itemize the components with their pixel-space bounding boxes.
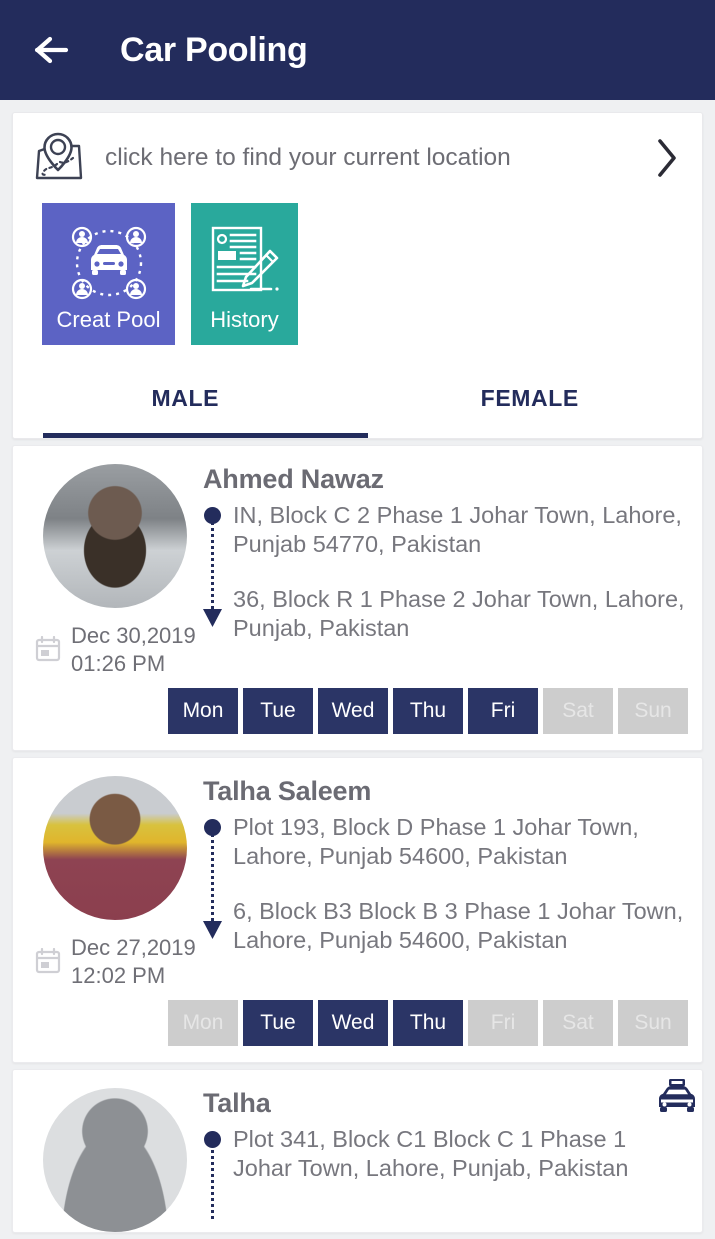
day-tue[interactable]: Tue	[243, 1000, 313, 1046]
day-fri[interactable]: Fri	[468, 1000, 538, 1046]
arrow-left-icon	[34, 36, 69, 64]
route-dotted-line	[211, 827, 214, 921]
day-tue[interactable]: Tue	[243, 688, 313, 734]
action-tiles: Creat Pool History	[13, 203, 702, 345]
route: Plot 193, Block D Phase 1 Johar Town, La…	[203, 813, 688, 955]
pool-date: Dec 30,2019	[71, 623, 196, 648]
avatar-placeholder	[43, 1088, 187, 1232]
destination-address: 36, Block R 1 Phase 2 Johar Town, Lahore…	[233, 586, 685, 641]
datetime-group: Dec 30,2019 01:26 PM	[27, 622, 203, 678]
origin-pin-icon	[204, 1131, 221, 1148]
day-thu[interactable]: Thu	[393, 688, 463, 734]
pool-card[interactable]: Talha Plot 341, Block C1 Block C 1 Phase…	[12, 1069, 703, 1233]
avatar-column: Dec 27,2019 12:02 PM	[27, 776, 203, 990]
days-row: Mon Tue Wed Thu Fri Sat Sun	[27, 1000, 688, 1046]
pool-date: Dec 27,2019	[71, 935, 196, 960]
chevron-right-icon[interactable]	[650, 136, 684, 180]
route-dotted-line	[211, 515, 214, 609]
taxi-icon	[650, 1076, 702, 1122]
map-location-pin-icon	[31, 131, 89, 185]
destination-address: 6, Block B3 Block B 3 Phase 1 Johar Town…	[233, 898, 684, 953]
tab-female[interactable]: FEMALE	[358, 371, 703, 438]
avatar	[43, 464, 187, 608]
tab-male[interactable]: MALE	[13, 371, 358, 438]
find-current-location-button[interactable]: click here to find your current location	[13, 113, 702, 203]
origin-pin-icon	[204, 507, 221, 524]
calendar-icon	[35, 947, 63, 979]
calendar-icon	[35, 635, 63, 667]
person-name: Talha	[203, 1088, 271, 1118]
document-edit-icon	[207, 219, 283, 307]
origin-pin-icon	[204, 819, 221, 836]
create-pool-tile[interactable]: Creat Pool	[42, 203, 175, 345]
person-name: Ahmed Nawaz	[203, 464, 384, 494]
avatar	[43, 1088, 187, 1232]
avatar-photo	[43, 464, 187, 608]
info-column: Talha Plot 341, Block C1 Block C 1 Phase…	[203, 1088, 688, 1232]
day-fri[interactable]: Fri	[468, 688, 538, 734]
pool-card[interactable]: Dec 27,2019 12:02 PM Talha Saleem Plot 19…	[12, 757, 703, 1063]
pool-card[interactable]: Dec 30,2019 01:26 PM Ahmed Nawaz IN, Bloc…	[12, 445, 703, 751]
pool-time: 01:26 PM	[71, 651, 166, 676]
avatar-photo	[43, 776, 187, 920]
locate-label: click here to find your current location	[105, 144, 511, 171]
info-column: Ahmed Nawaz IN, Block C 2 Phase 1 Johar …	[203, 464, 688, 678]
day-sat[interactable]: Sat	[543, 688, 613, 734]
avatar	[43, 776, 187, 920]
datetime-text: Dec 30,2019 01:26 PM	[71, 622, 196, 678]
pool-time: 12:02 PM	[71, 963, 166, 988]
gender-tabs: MALE FEMALE	[13, 371, 702, 438]
datetime-group: Dec 27,2019 12:02 PM	[27, 934, 203, 990]
day-thu[interactable]: Thu	[393, 1000, 463, 1046]
days-row: Mon Tue Wed Thu Fri Sat Sun	[27, 688, 688, 734]
day-mon[interactable]: Mon	[168, 688, 238, 734]
route: IN, Block C 2 Phase 1 Johar Town, Lahore…	[203, 501, 688, 643]
datetime-text: Dec 27,2019 12:02 PM	[71, 934, 196, 990]
person-name: Talha Saleem	[203, 776, 372, 806]
avatar-column: Dec 30,2019 01:26 PM	[27, 464, 203, 678]
day-wed[interactable]: Wed	[318, 1000, 388, 1046]
day-wed[interactable]: Wed	[318, 688, 388, 734]
origin-address: IN, Block C 2 Phase 1 Johar Town, Lahore…	[233, 502, 682, 557]
carpool-icon	[67, 219, 151, 307]
day-sat[interactable]: Sat	[543, 1000, 613, 1046]
create-pool-label: Creat Pool	[56, 307, 161, 332]
top-panel: click here to find your current location	[12, 112, 703, 439]
day-sun[interactable]: Sun	[618, 688, 688, 734]
day-sun[interactable]: Sun	[618, 1000, 688, 1046]
destination-arrow-icon	[203, 609, 222, 627]
origin-address: Plot 341, Block C1 Block C 1 Phase 1 Joh…	[233, 1126, 629, 1181]
active-tab-indicator	[43, 433, 368, 438]
destination-arrow-icon	[203, 921, 222, 939]
car-pooling-screen: Car Pooling click here to find your curr…	[0, 0, 715, 1239]
back-button[interactable]	[26, 24, 78, 76]
route-dotted-line	[211, 1139, 214, 1219]
page-title: Car Pooling	[120, 30, 308, 69]
avatar-column	[27, 1079, 695, 1232]
history-label: History	[210, 307, 279, 332]
history-tile[interactable]: History	[191, 203, 298, 345]
origin-address: Plot 193, Block D Phase 1 Johar Town, La…	[233, 814, 639, 869]
info-column: Talha Saleem Plot 193, Block D Phase 1 J…	[203, 776, 688, 990]
day-mon[interactable]: Mon	[168, 1000, 238, 1046]
route: Plot 341, Block C1 Block C 1 Phase 1 Joh…	[203, 1125, 688, 1219]
app-bar: Car Pooling	[0, 0, 715, 100]
